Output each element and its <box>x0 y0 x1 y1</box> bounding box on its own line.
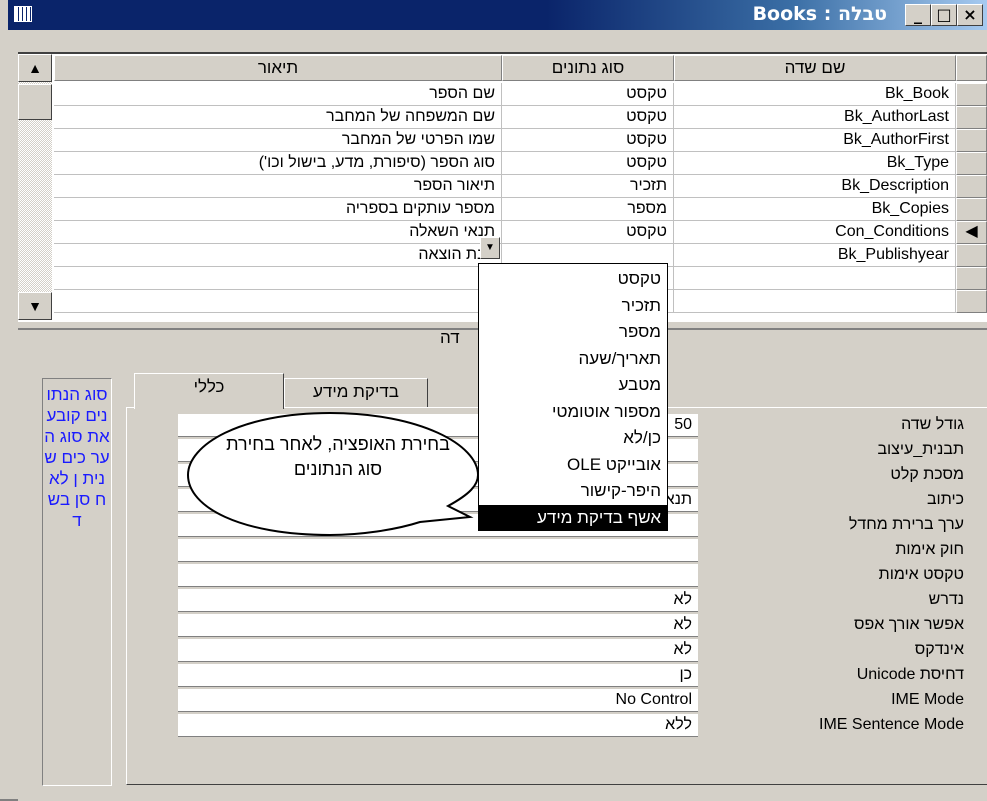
close-button[interactable]: × <box>957 4 983 26</box>
column-header-selector <box>956 55 987 81</box>
dropdown-option[interactable]: תאריך/שעה <box>479 346 667 372</box>
description-cell[interactable]: תיאור הספר <box>54 175 502 198</box>
data-type-cell[interactable]: טקסט <box>502 83 674 106</box>
data-type-cell[interactable]: טקסט <box>502 221 674 244</box>
property-label: ערך ברירת מחדל <box>700 514 970 537</box>
field-name-cell[interactable]: Con_Conditions <box>674 221 956 244</box>
description-cell[interactable]: שם המשפחה של המחבר <box>54 106 502 129</box>
row-selector[interactable] <box>956 175 987 198</box>
property-label: גודל שדה <box>700 414 970 437</box>
property-value[interactable] <box>178 539 698 562</box>
dropdown-option[interactable]: מטבע <box>479 372 667 398</box>
dropdown-option[interactable]: טקסט <box>479 266 667 292</box>
property-value[interactable] <box>178 564 698 587</box>
property-row: ללא IME Sentence Mode <box>178 714 978 737</box>
data-type-cell[interactable]: טקסט <box>502 106 674 129</box>
description-cell[interactable]: תנאי השאלה <box>54 221 502 244</box>
current-row-indicator[interactable]: ◀ <box>956 221 987 244</box>
property-label: תבנית_עיצוב <box>700 439 970 462</box>
dropdown-option[interactable]: מספור אוטומטי <box>479 399 667 425</box>
description-cell[interactable] <box>54 290 502 313</box>
description-cell[interactable]: שנת הוצאה <box>54 244 502 267</box>
tab-lookup[interactable]: בדיקת מידע <box>284 378 428 408</box>
property-row: חוק אימות <box>178 539 978 562</box>
minimize-button[interactable]: _ <box>905 4 931 26</box>
table-icon <box>14 6 32 22</box>
property-value[interactable]: לא <box>178 639 698 662</box>
field-name-cell[interactable] <box>674 290 956 313</box>
field-name-cell[interactable]: Bk_Copies <box>674 198 956 221</box>
scroll-up-button[interactable]: ▲ <box>18 54 52 82</box>
property-row: לא נדרש <box>178 589 978 612</box>
field-name-cell[interactable]: Bk_Publishyear <box>674 244 956 267</box>
property-label: מסכת קלט <box>700 464 970 487</box>
column-header-data-type[interactable]: סוג נתונים <box>502 55 674 81</box>
property-value[interactable]: לא <box>178 589 698 612</box>
field-properties-title: דה <box>440 328 460 347</box>
property-row: לא אפשר אורך אפס <box>178 614 978 637</box>
property-label: אינדקס <box>700 639 970 662</box>
property-label: IME Sentence Mode <box>700 714 970 737</box>
dropdown-option[interactable]: אשף בדיקת מידע <box>479 504 667 531</box>
data-type-cell[interactable]: תזכיר <box>502 175 674 198</box>
property-label: כיתוב <box>700 489 970 512</box>
property-label: אפשר אורך אפס <box>700 614 970 637</box>
row-selector[interactable] <box>956 83 987 106</box>
title-bar[interactable]: טבלה : Books _ □ × <box>8 0 987 30</box>
row-selector[interactable] <box>956 290 987 313</box>
background-strip <box>0 0 8 799</box>
window-title: טבלה : Books <box>752 3 887 25</box>
data-type-cell[interactable]: מספר <box>502 198 674 221</box>
row-selector[interactable] <box>956 152 987 175</box>
property-value[interactable]: לא <box>178 614 698 637</box>
property-label: טקסט אימות <box>700 564 970 587</box>
dropdown-option[interactable]: תזכיר <box>479 293 667 319</box>
row-selector[interactable] <box>956 106 987 129</box>
property-label: נדרש <box>700 589 970 612</box>
field-name-cell[interactable]: Bk_Type <box>674 152 956 175</box>
row-selector[interactable] <box>956 267 987 290</box>
field-name-cell[interactable]: Bk_AuthorFirst <box>674 129 956 152</box>
property-value[interactable]: ללא <box>178 714 698 737</box>
help-text: סוג הנתו נים קובע את סוג הער כים שנית ן … <box>44 385 110 530</box>
property-row: לא אינדקס <box>178 639 978 662</box>
description-cell[interactable]: סוג הספר (סיפורת, מדע, בישול וכו') <box>54 152 502 175</box>
row-selector[interactable] <box>956 244 987 267</box>
dropdown-option[interactable]: מספר <box>479 319 667 345</box>
field-name-cell[interactable] <box>674 267 956 290</box>
dropdown-option[interactable]: היפר-קישור <box>479 478 667 504</box>
property-label: IME Mode <box>700 689 970 712</box>
field-name-cell[interactable]: Bk_Book <box>674 83 956 106</box>
scroll-thumb[interactable] <box>18 84 52 120</box>
dropdown-option[interactable]: כן/לא <box>479 425 667 451</box>
field-name-cell[interactable]: Bk_Description <box>674 175 956 198</box>
row-selector[interactable] <box>956 198 987 221</box>
description-cell[interactable]: שם הספר <box>54 83 502 106</box>
property-value[interactable]: כן <box>178 664 698 687</box>
property-row: כן דחיסת Unicode <box>178 664 978 687</box>
row-selector[interactable] <box>956 129 987 152</box>
scroll-down-button[interactable]: ▼ <box>18 292 52 320</box>
data-type-cell[interactable]: טקסט <box>502 152 674 175</box>
column-header-description[interactable]: תיאור <box>54 55 502 81</box>
property-value[interactable]: No Control <box>178 689 698 712</box>
field-name-cell[interactable]: Bk_AuthorLast <box>674 106 956 129</box>
data-type-dropdown-list[interactable]: טקסט תזכיר מספר תאריך/שעה מטבע מספור אוטומטי כ… <box>478 263 668 531</box>
property-label: חוק אימות <box>700 539 970 562</box>
description-cell[interactable]: שמו הפרטי של המחבר <box>54 129 502 152</box>
data-type-dropdown-button[interactable]: ▼ <box>480 237 500 259</box>
data-type-cell[interactable]: טקסט <box>502 129 674 152</box>
vertical-scrollbar[interactable]: ▲ ▼ <box>18 54 52 320</box>
property-row: No Control IME Mode <box>178 689 978 712</box>
property-row: טקסט אימות <box>178 564 978 587</box>
tab-general[interactable]: כללי <box>134 373 284 409</box>
callout-text: בחירת האופציה, לאחר בחירת סוג הנתונים <box>226 434 450 479</box>
description-cell[interactable]: מספר עותקים בספריה <box>54 198 502 221</box>
column-header-field-name[interactable]: שם שדה <box>674 55 956 81</box>
property-label: דחיסת Unicode <box>700 664 970 687</box>
description-cell[interactable] <box>54 267 502 290</box>
maximize-button[interactable]: □ <box>931 4 957 26</box>
dropdown-option[interactable]: אובייקט OLE <box>479 452 667 478</box>
